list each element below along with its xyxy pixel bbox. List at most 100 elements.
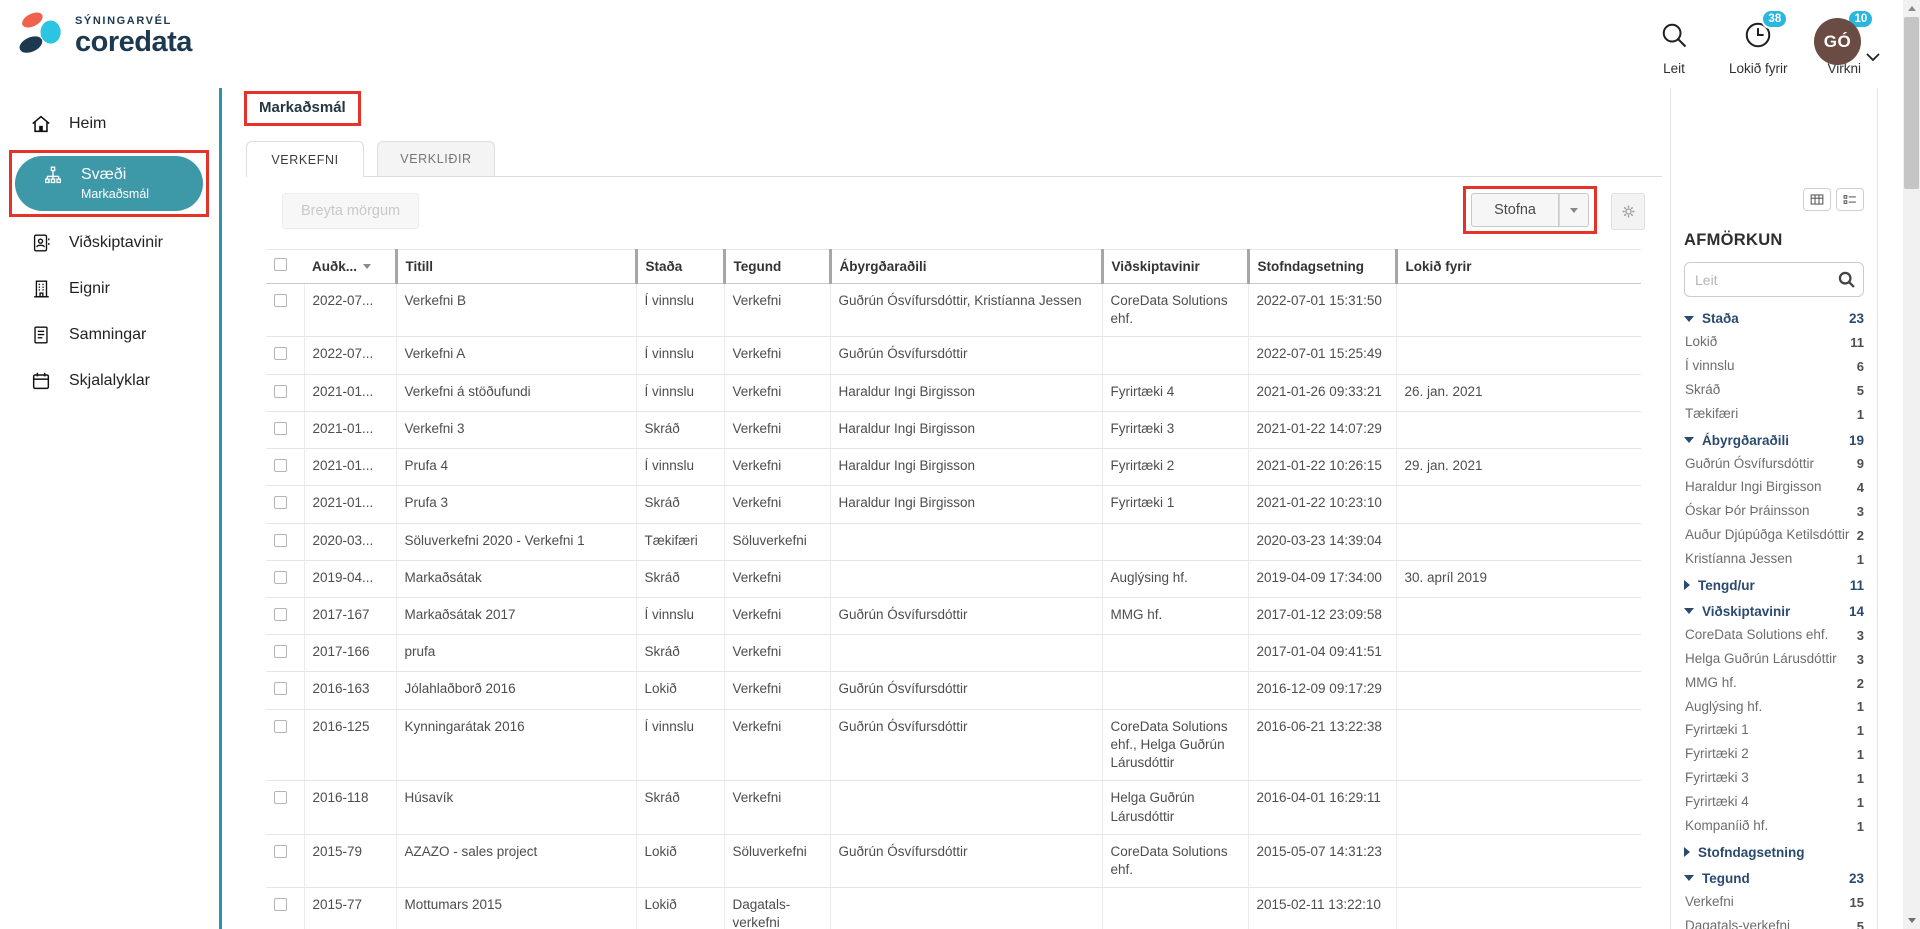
- filter-item[interactable]: Guðrún Ósvífursdóttir 9: [1684, 453, 1864, 477]
- column-header-3[interactable]: Tegund: [724, 250, 830, 284]
- search-icon[interactable]: [1836, 269, 1857, 290]
- table-row[interactable]: 2016-118HúsavíkSkráðVerkefniHelga Guðrún…: [266, 781, 1641, 834]
- sidebar-item-eignir[interactable]: Eignir: [0, 269, 209, 309]
- filter-section-heading[interactable]: Staða23: [1684, 305, 1864, 331]
- page-scrollbar[interactable]: [1903, 0, 1920, 929]
- filter-item-count: 9: [1857, 456, 1864, 471]
- column-header-6[interactable]: Stofndagsetning: [1248, 250, 1396, 284]
- filter-item[interactable]: Kristíanna Jessen1: [1684, 548, 1864, 572]
- filter-section-heading[interactable]: Ábyrgðaraðili19: [1684, 427, 1864, 453]
- chevron-down-icon[interactable]: [1866, 53, 1880, 61]
- table-row[interactable]: 2020-03...Söluverkefni 2020 - Verkefni 1…: [266, 523, 1641, 560]
- filter-item[interactable]: Auglýsing hf.1: [1684, 696, 1864, 720]
- filter-item[interactable]: Helga Guðrún Lárusdóttir3: [1684, 648, 1864, 672]
- table-row[interactable]: 2021-01...Verkefni 3SkráðVerkefniHaraldu…: [266, 411, 1641, 448]
- table-row[interactable]: 2021-01...Prufa 4Í vinnsluVerkefniHarald…: [266, 449, 1641, 486]
- filter-item[interactable]: Fyrirtæki 11: [1684, 719, 1864, 743]
- filter-section-heading[interactable]: Tengd/ur11: [1684, 572, 1864, 598]
- filter-item[interactable]: Verkefni15: [1684, 891, 1864, 915]
- sidebar-item-samningar[interactable]: Samningar: [0, 315, 209, 355]
- row-checkbox[interactable]: [274, 347, 287, 360]
- row-checkbox[interactable]: [274, 534, 287, 547]
- sidebar-item-heim[interactable]: Heim: [0, 104, 209, 144]
- app-logo[interactable]: SÝNINGARVÉL coredata: [14, 8, 192, 58]
- filter-item[interactable]: Auður Djúpúðga Ketilsdóttir2: [1684, 524, 1864, 548]
- sidebar-item-svaedi[interactable]: SvæðiMarkaðsmál: [15, 156, 203, 211]
- column-header-2[interactable]: Staða: [636, 250, 724, 284]
- filter-item[interactable]: Kompaníið hf.1: [1684, 815, 1864, 839]
- filter-item[interactable]: Skráð5: [1684, 379, 1864, 403]
- column-header-1[interactable]: Titill: [396, 250, 636, 284]
- scrollbar-up-button[interactable]: [1903, 0, 1920, 17]
- settings-button[interactable]: [1611, 193, 1645, 230]
- table-row[interactable]: 2021-01...Verkefni á stöðufundiÍ vinnslu…: [266, 374, 1641, 411]
- filter-item[interactable]: Dagatals-verkefni5: [1684, 915, 1864, 929]
- filter-item[interactable]: CoreData Solutions ehf.3: [1684, 624, 1864, 648]
- row-checkbox[interactable]: [274, 571, 287, 584]
- row-checkbox[interactable]: [274, 645, 287, 658]
- row-checkbox[interactable]: [274, 791, 287, 804]
- cell-type: Verkefni: [724, 486, 830, 523]
- cell-owner: Guðrún Ósvífursdóttir: [830, 337, 1102, 374]
- table-row[interactable]: 2015-79AZAZO - sales projectLokiðSöluver…: [266, 834, 1641, 887]
- table-row[interactable]: 2022-07...Verkefni AÍ vinnsluVerkefniGuð…: [266, 337, 1641, 374]
- row-checkbox[interactable]: [274, 720, 287, 733]
- cell-id: 2021-01...: [304, 411, 396, 448]
- table-row[interactable]: 2016-163Jólahlaðborð 2016LokiðVerkefniGu…: [266, 672, 1641, 709]
- filter-item[interactable]: Haraldur Ingi Birgisson4: [1684, 476, 1864, 500]
- filter-section-heading[interactable]: Stofndagsetning: [1684, 839, 1864, 865]
- filter-item-label: Guðrún Ósvífursdóttir: [1685, 456, 1820, 473]
- row-checkbox[interactable]: [274, 496, 287, 509]
- scrollbar-thumb[interactable]: [1904, 17, 1919, 189]
- filter-section-heading[interactable]: Viðskiptavinir14: [1684, 598, 1864, 624]
- tab-0[interactable]: VERKEFNI: [246, 141, 364, 177]
- row-checkbox[interactable]: [274, 682, 287, 695]
- table-row[interactable]: 2016-125Kynningarátak 2016Í vinnsluVerke…: [266, 709, 1641, 781]
- column-header-7[interactable]: Lokið fyrir: [1396, 250, 1641, 284]
- table-row[interactable]: 2021-01...Prufa 3SkráðVerkefniHaraldur I…: [266, 486, 1641, 523]
- triangle-up-icon: [1908, 6, 1916, 11]
- select-all-checkbox[interactable]: [274, 258, 287, 271]
- sidebar-item-label: Heim: [69, 115, 106, 133]
- row-checkbox[interactable]: [274, 385, 287, 398]
- collapse-icon: [1684, 316, 1694, 322]
- filter-section-label: Ábyrgðaraðili: [1702, 433, 1789, 448]
- row-checkbox[interactable]: [274, 422, 287, 435]
- table-row[interactable]: 2022-07...Verkefni BÍ vinnsluVerkefniGuð…: [266, 284, 1641, 337]
- cell-id: 2021-01...: [304, 486, 396, 523]
- column-label: Staða: [646, 259, 683, 274]
- filter-item[interactable]: Fyrirtæki 31: [1684, 767, 1864, 791]
- grid-view-button[interactable]: [1803, 188, 1831, 211]
- create-button[interactable]: Stofna: [1471, 193, 1559, 227]
- sidebar-item-vidskiptavinir[interactable]: Viðskiptavinir: [0, 223, 209, 263]
- list-view-button[interactable]: [1836, 188, 1864, 211]
- filter-item[interactable]: Í vinnslu6: [1684, 355, 1864, 379]
- filter-section-count: 23: [1849, 871, 1864, 886]
- filter-item[interactable]: Lokið11: [1684, 331, 1864, 355]
- row-checkbox[interactable]: [274, 898, 287, 911]
- bulk-edit-button[interactable]: Breyta mörgum: [282, 193, 419, 229]
- cell-owner: Guðrún Ósvífursdóttir: [830, 597, 1102, 634]
- table-row[interactable]: 2015-77Mottumars 2015LokiðDagatals-verke…: [266, 888, 1641, 929]
- filter-item[interactable]: Fyrirtæki 21: [1684, 743, 1864, 767]
- row-checkbox[interactable]: [274, 294, 287, 307]
- row-checkbox[interactable]: [274, 459, 287, 472]
- create-dropdown-button[interactable]: [1559, 193, 1589, 227]
- row-checkbox[interactable]: [274, 845, 287, 858]
- filter-item[interactable]: Óskar Þór Þráinsson3: [1684, 500, 1864, 524]
- table-row[interactable]: 2017-167Markaðsátak 2017Í vinnsluVerkefn…: [266, 597, 1641, 634]
- filter-item[interactable]: MMG hf.2: [1684, 672, 1864, 696]
- filter-section-heading[interactable]: Tegund23: [1684, 865, 1864, 891]
- column-header-4[interactable]: Ábyrgðaraðili: [830, 250, 1102, 284]
- column-header-0[interactable]: Auðk...: [304, 250, 396, 284]
- sidebar-item-skjalalyklar[interactable]: Skjalalyklar: [0, 361, 209, 401]
- avatar[interactable]: GÓ: [1814, 18, 1861, 65]
- column-header-5[interactable]: Viðskiptavinir: [1102, 250, 1248, 284]
- table-row[interactable]: 2019-04...MarkaðsátakSkráðVerkefniAuglýs…: [266, 560, 1641, 597]
- filter-item[interactable]: Tækifæri1: [1684, 403, 1864, 427]
- filter-item[interactable]: Fyrirtæki 41: [1684, 791, 1864, 815]
- scrollbar-down-button[interactable]: [1903, 912, 1920, 929]
- tab-1[interactable]: VERKLIÐIR: [377, 141, 495, 176]
- table-row[interactable]: 2017-166prufaSkráðVerkefni2017-01-04 09:…: [266, 635, 1641, 672]
- row-checkbox[interactable]: [274, 608, 287, 621]
